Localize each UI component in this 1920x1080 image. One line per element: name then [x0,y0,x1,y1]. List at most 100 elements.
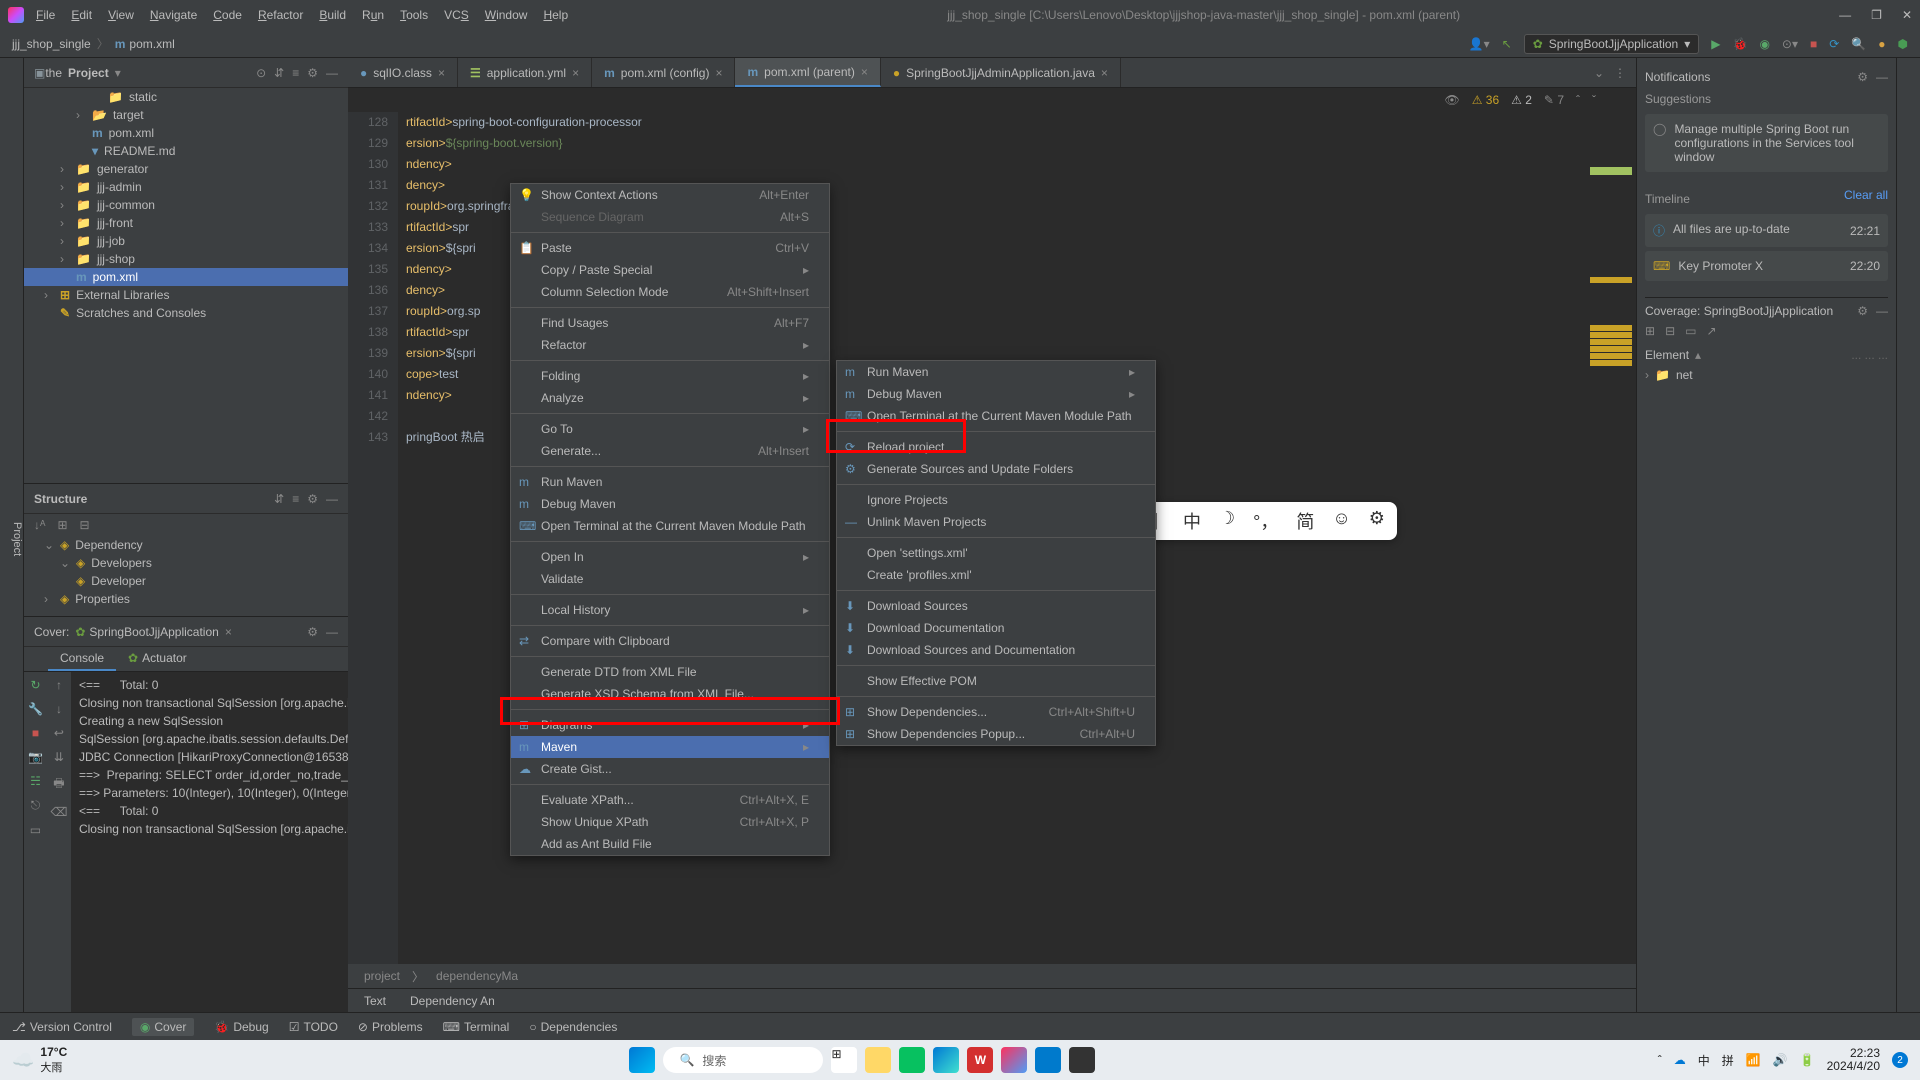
menu-build[interactable]: Build [319,8,346,22]
warning-count[interactable]: ⚠ 36 [1472,93,1499,107]
weak-warning-count[interactable]: ⚠ 2 [1511,93,1532,107]
tree-item[interactable]: ›📂target [24,106,348,124]
menu-edit[interactable]: Edit [71,8,92,22]
tab-actuator[interactable]: ✿Actuator [116,647,199,671]
ime-mode[interactable]: 拼 [1722,1052,1734,1069]
tool-debug[interactable]: 🐞Debug [214,1020,268,1034]
menu-help[interactable]: Help [543,8,568,22]
menu-item[interactable]: ⬇Download Sources [837,595,1155,617]
task-view-icon[interactable]: ⊞ [831,1047,857,1073]
vscode-icon[interactable] [1035,1047,1061,1073]
editor-tab[interactable]: mpom.xml (config)× [592,58,735,87]
menu-item[interactable]: mDebug Maven▸ [837,383,1155,405]
editor-tab[interactable]: ●SpringBootJjjAdminApplication.java× [881,58,1121,87]
ime-button[interactable]: ☺ [1332,508,1350,534]
wrap-icon[interactable]: ↩ [54,726,64,740]
menu-item[interactable]: Generate...Alt+Insert [511,440,829,462]
menu-item[interactable]: Add as Ant Build File [511,833,829,855]
ime-toolbar[interactable]: 丨中☽°，简☺⚙ [1135,502,1397,540]
structure-tree[interactable]: ⌄◈Dependency⌄◈Developers◈Developer›◈Prop… [24,536,348,616]
menu-item[interactable]: ⬇Download Documentation [837,617,1155,639]
gear-icon[interactable]: ⚙ [307,625,318,639]
run-icon[interactable]: ▶ [1711,37,1720,51]
menu-item[interactable]: Evaluate XPath...Ctrl+Alt+X, E [511,789,829,811]
tree-item[interactable]: ›📁jjj-front [24,214,348,232]
editor-tab[interactable]: mpom.xml (parent)× [735,58,880,87]
sort-up-icon[interactable]: ▴ [1695,348,1701,362]
menu-item[interactable]: ⌨Open Terminal at the Current Maven Modu… [511,515,829,537]
tree-item[interactable]: ›📁jjj-shop [24,250,348,268]
profiler-icon[interactable]: ⊙▾ [1782,37,1798,51]
tool-dependencies[interactable]: ○Dependencies [529,1020,617,1034]
notification-badge[interactable]: 2 [1892,1052,1908,1068]
hide-icon[interactable]: — [326,625,338,639]
clear-icon[interactable]: ⌫ [50,805,67,819]
left-tool-stripe[interactable]: Project [0,58,24,1012]
breadcrumb-file[interactable]: pom.xml [129,37,174,51]
hide-icon[interactable]: — [1876,70,1888,84]
start-icon[interactable] [629,1047,655,1073]
menu-window[interactable]: Window [485,8,528,22]
ime-button[interactable]: °， [1253,508,1278,534]
close-icon[interactable]: ✕ [1902,8,1912,22]
menu-item[interactable]: Folding▸ [511,365,829,387]
menu-item[interactable]: Open 'settings.xml' [837,542,1155,564]
clock[interactable]: 22:23 2024/4/20 [1827,1047,1880,1073]
coverage-icon[interactable]: ◉ [1759,37,1769,51]
tool-version-control[interactable]: ⎇Version Control [12,1020,112,1034]
crumb-project[interactable]: project [364,969,400,983]
menu-item[interactable]: ⊞Show Dependencies Popup...Ctrl+Alt+U [837,723,1155,745]
gear-icon[interactable]: ⚙ [307,66,318,80]
right-tool-stripe[interactable] [1896,58,1920,1012]
menu-navigate[interactable]: Navigate [150,8,197,22]
inspect-up-icon[interactable]: ˆ [1576,93,1580,107]
camera-icon[interactable]: 📷 [28,750,43,764]
menu-vcs[interactable]: VCS [444,8,469,22]
close-icon[interactable]: × [225,625,232,639]
menu-item[interactable]: ⟳Reload project [837,436,1155,458]
tray-chevron-icon[interactable]: ˆ [1658,1053,1662,1067]
tree-item[interactable]: ›📁jjj-job [24,232,348,250]
tool-terminal[interactable]: ⌨Terminal [443,1020,510,1034]
menu-item[interactable]: Find UsagesAlt+F7 [511,312,829,334]
timeline-item[interactable]: ⌨Key Promoter X 22:20 [1645,251,1888,281]
avatar-icon[interactable]: ● [1878,37,1885,51]
chevron-right-icon[interactable]: › [1645,368,1649,382]
timeline-item[interactable]: ⓘAll files are up-to-date 22:21 [1645,214,1888,247]
menu-item[interactable]: Copy / Paste Special▸ [511,259,829,281]
dock-icon[interactable]: ▭ [30,823,41,837]
gear-icon[interactable]: ⚙ [1857,70,1868,84]
menu-item[interactable]: mRun Maven▸ [837,361,1155,383]
menu-item[interactable]: mMaven▸ [511,736,829,758]
tree-item[interactable]: ›📁generator [24,160,348,178]
cov-icon2[interactable]: ⊟ [1665,324,1675,338]
wifi-icon[interactable]: 📶 [1746,1053,1761,1067]
menu-item[interactable]: Local History▸ [511,599,829,621]
tree-item[interactable]: ›📁jjj-admin [24,178,348,196]
menu-item[interactable]: ⌨Open Terminal at the Current Maven Modu… [837,405,1155,427]
menu-item[interactable]: Open In▸ [511,546,829,568]
menu-item[interactable]: Validate [511,568,829,590]
tree-item[interactable]: ›⊞External Libraries [24,286,348,304]
cov-icon1[interactable]: ⊞ [1645,324,1655,338]
tree-item[interactable]: mpom.xml [24,268,348,286]
menu-item[interactable]: ☁Create Gist... [511,758,829,780]
breadcrumb-project[interactable]: jjj_shop_single [12,37,91,51]
up-icon[interactable]: ↑ [56,678,62,692]
structure-item[interactable]: ⌄◈Developers [24,554,348,572]
select-opened-icon[interactable]: ⊙ [256,66,266,80]
tab-dependency-analyzer[interactable]: Dependency An [410,994,495,1008]
ime-button[interactable]: 简 [1296,508,1314,534]
inspect-down-icon[interactable]: ˇ [1592,93,1596,107]
menu-item[interactable]: ⬇Download Sources and Documentation [837,639,1155,661]
ime-button[interactable]: ⚙ [1369,508,1385,534]
weather-widget[interactable]: ☁️ 17°C 大雨 [12,1045,67,1075]
battery-icon[interactable]: 🔋 [1800,1053,1815,1067]
crumb-dep[interactable]: dependencyMa [436,969,518,983]
volume-icon[interactable]: 🔊 [1773,1053,1788,1067]
menu-item[interactable]: Ignore Projects [837,489,1155,511]
menu-tools[interactable]: Tools [400,8,428,22]
structure-item[interactable]: ⌄◈Dependency [24,536,348,554]
wechat-icon[interactable] [899,1047,925,1073]
typo-count[interactable]: ✎ 7 [1544,93,1564,107]
